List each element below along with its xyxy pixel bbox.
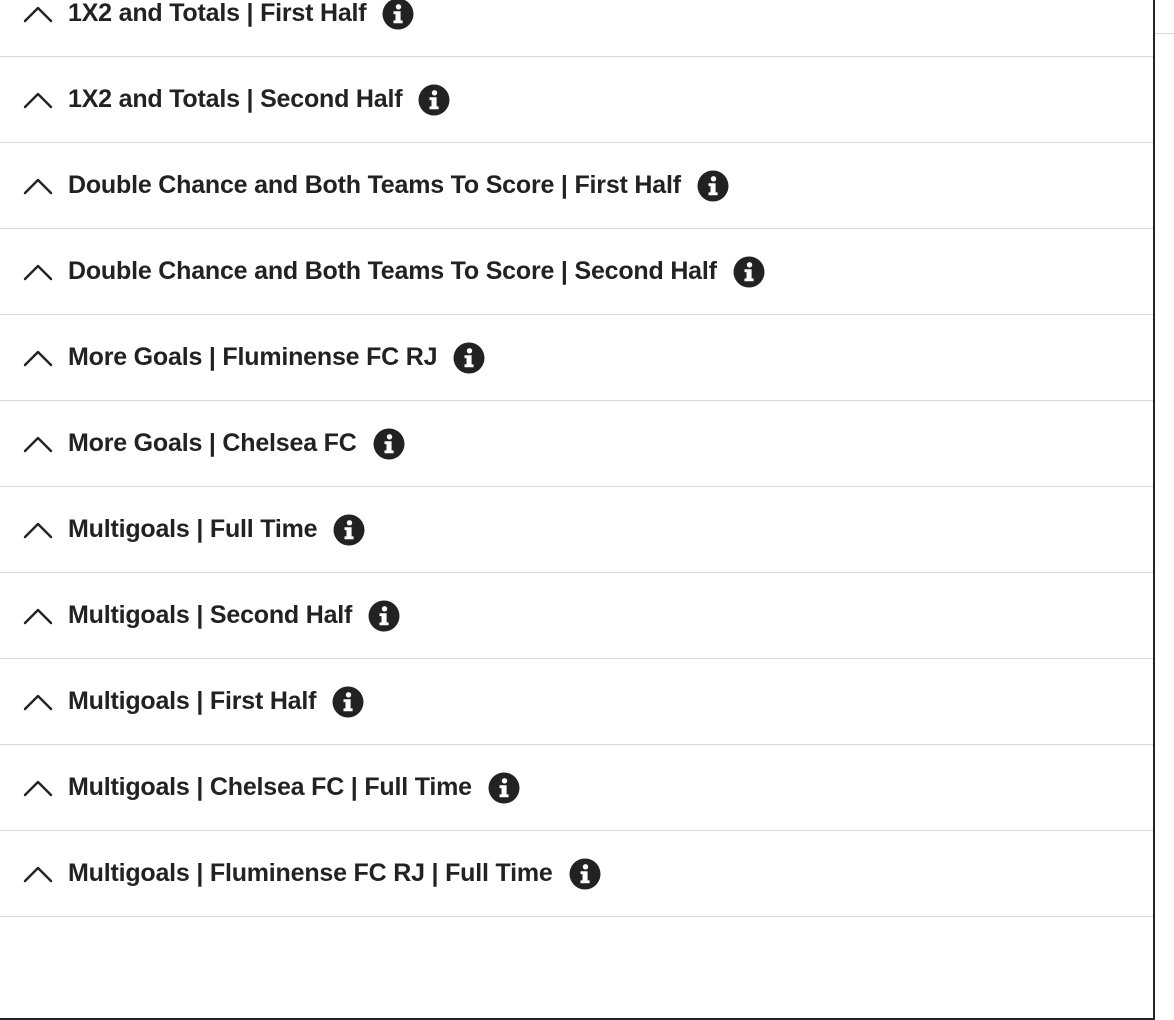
chevron-up-icon[interactable] — [23, 176, 53, 196]
chevron-up-icon[interactable] — [23, 692, 53, 712]
chevron-up-icon[interactable] — [23, 262, 53, 282]
market-title: Multigoals | Chelsea FC | Full Time — [68, 773, 472, 801]
right-divider — [1155, 33, 1174, 34]
market-row[interactable]: 1X2 and Totals | First Half — [0, 0, 1153, 57]
markets-panel: 1X2 and Totals | First Half 1X2 and Tota… — [0, 0, 1155, 1020]
market-title: Multigoals | First Half — [68, 687, 317, 715]
info-icon[interactable] — [488, 772, 520, 804]
market-row[interactable]: Double Chance and Both Teams To Score | … — [0, 143, 1153, 229]
market-list: 1X2 and Totals | First Half 1X2 and Tota… — [0, 0, 1153, 917]
info-icon[interactable] — [332, 686, 364, 718]
info-icon[interactable] — [382, 0, 414, 30]
chevron-up-icon[interactable] — [23, 778, 53, 798]
chevron-up-icon[interactable] — [23, 864, 53, 884]
market-row[interactable]: More Goals | Fluminense FC RJ — [0, 315, 1153, 401]
chevron-up-icon[interactable] — [23, 90, 53, 110]
info-icon[interactable] — [453, 342, 485, 374]
market-title: Double Chance and Both Teams To Score | … — [68, 171, 681, 199]
market-row[interactable]: More Goals | Chelsea FC — [0, 401, 1153, 487]
market-title: More Goals | Fluminense FC RJ — [68, 343, 438, 371]
info-icon[interactable] — [368, 600, 400, 632]
market-row[interactable]: Multigoals | Chelsea FC | Full Time — [0, 745, 1153, 831]
info-icon[interactable] — [418, 84, 450, 116]
market-title: More Goals | Chelsea FC — [68, 429, 357, 457]
market-title: Multigoals | Fluminense FC RJ | Full Tim… — [68, 859, 553, 887]
market-row[interactable]: Multigoals | First Half — [0, 659, 1153, 745]
info-icon[interactable] — [333, 514, 365, 546]
chevron-up-icon[interactable] — [23, 348, 53, 368]
market-row[interactable]: Double Chance and Both Teams To Score | … — [0, 229, 1153, 315]
market-title: Multigoals | Second Half — [68, 601, 353, 629]
market-row[interactable]: 1X2 and Totals | Second Half — [0, 57, 1153, 143]
market-row[interactable]: Multigoals | Second Half — [0, 573, 1153, 659]
market-title: 1X2 and Totals | First Half — [68, 0, 367, 27]
info-icon[interactable] — [697, 170, 729, 202]
info-icon[interactable] — [569, 858, 601, 890]
market-row[interactable]: Multigoals | Full Time — [0, 487, 1153, 573]
chevron-up-icon[interactable] — [23, 4, 53, 24]
info-icon[interactable] — [373, 428, 405, 460]
info-icon[interactable] — [733, 256, 765, 288]
chevron-up-icon[interactable] — [23, 606, 53, 626]
market-title: Multigoals | Full Time — [68, 515, 318, 543]
chevron-up-icon[interactable] — [23, 434, 53, 454]
market-row[interactable]: Multigoals | Fluminense FC RJ | Full Tim… — [0, 831, 1153, 917]
market-title: 1X2 and Totals | Second Half — [68, 85, 403, 113]
market-title: Double Chance and Both Teams To Score | … — [68, 257, 717, 285]
chevron-up-icon[interactable] — [23, 520, 53, 540]
